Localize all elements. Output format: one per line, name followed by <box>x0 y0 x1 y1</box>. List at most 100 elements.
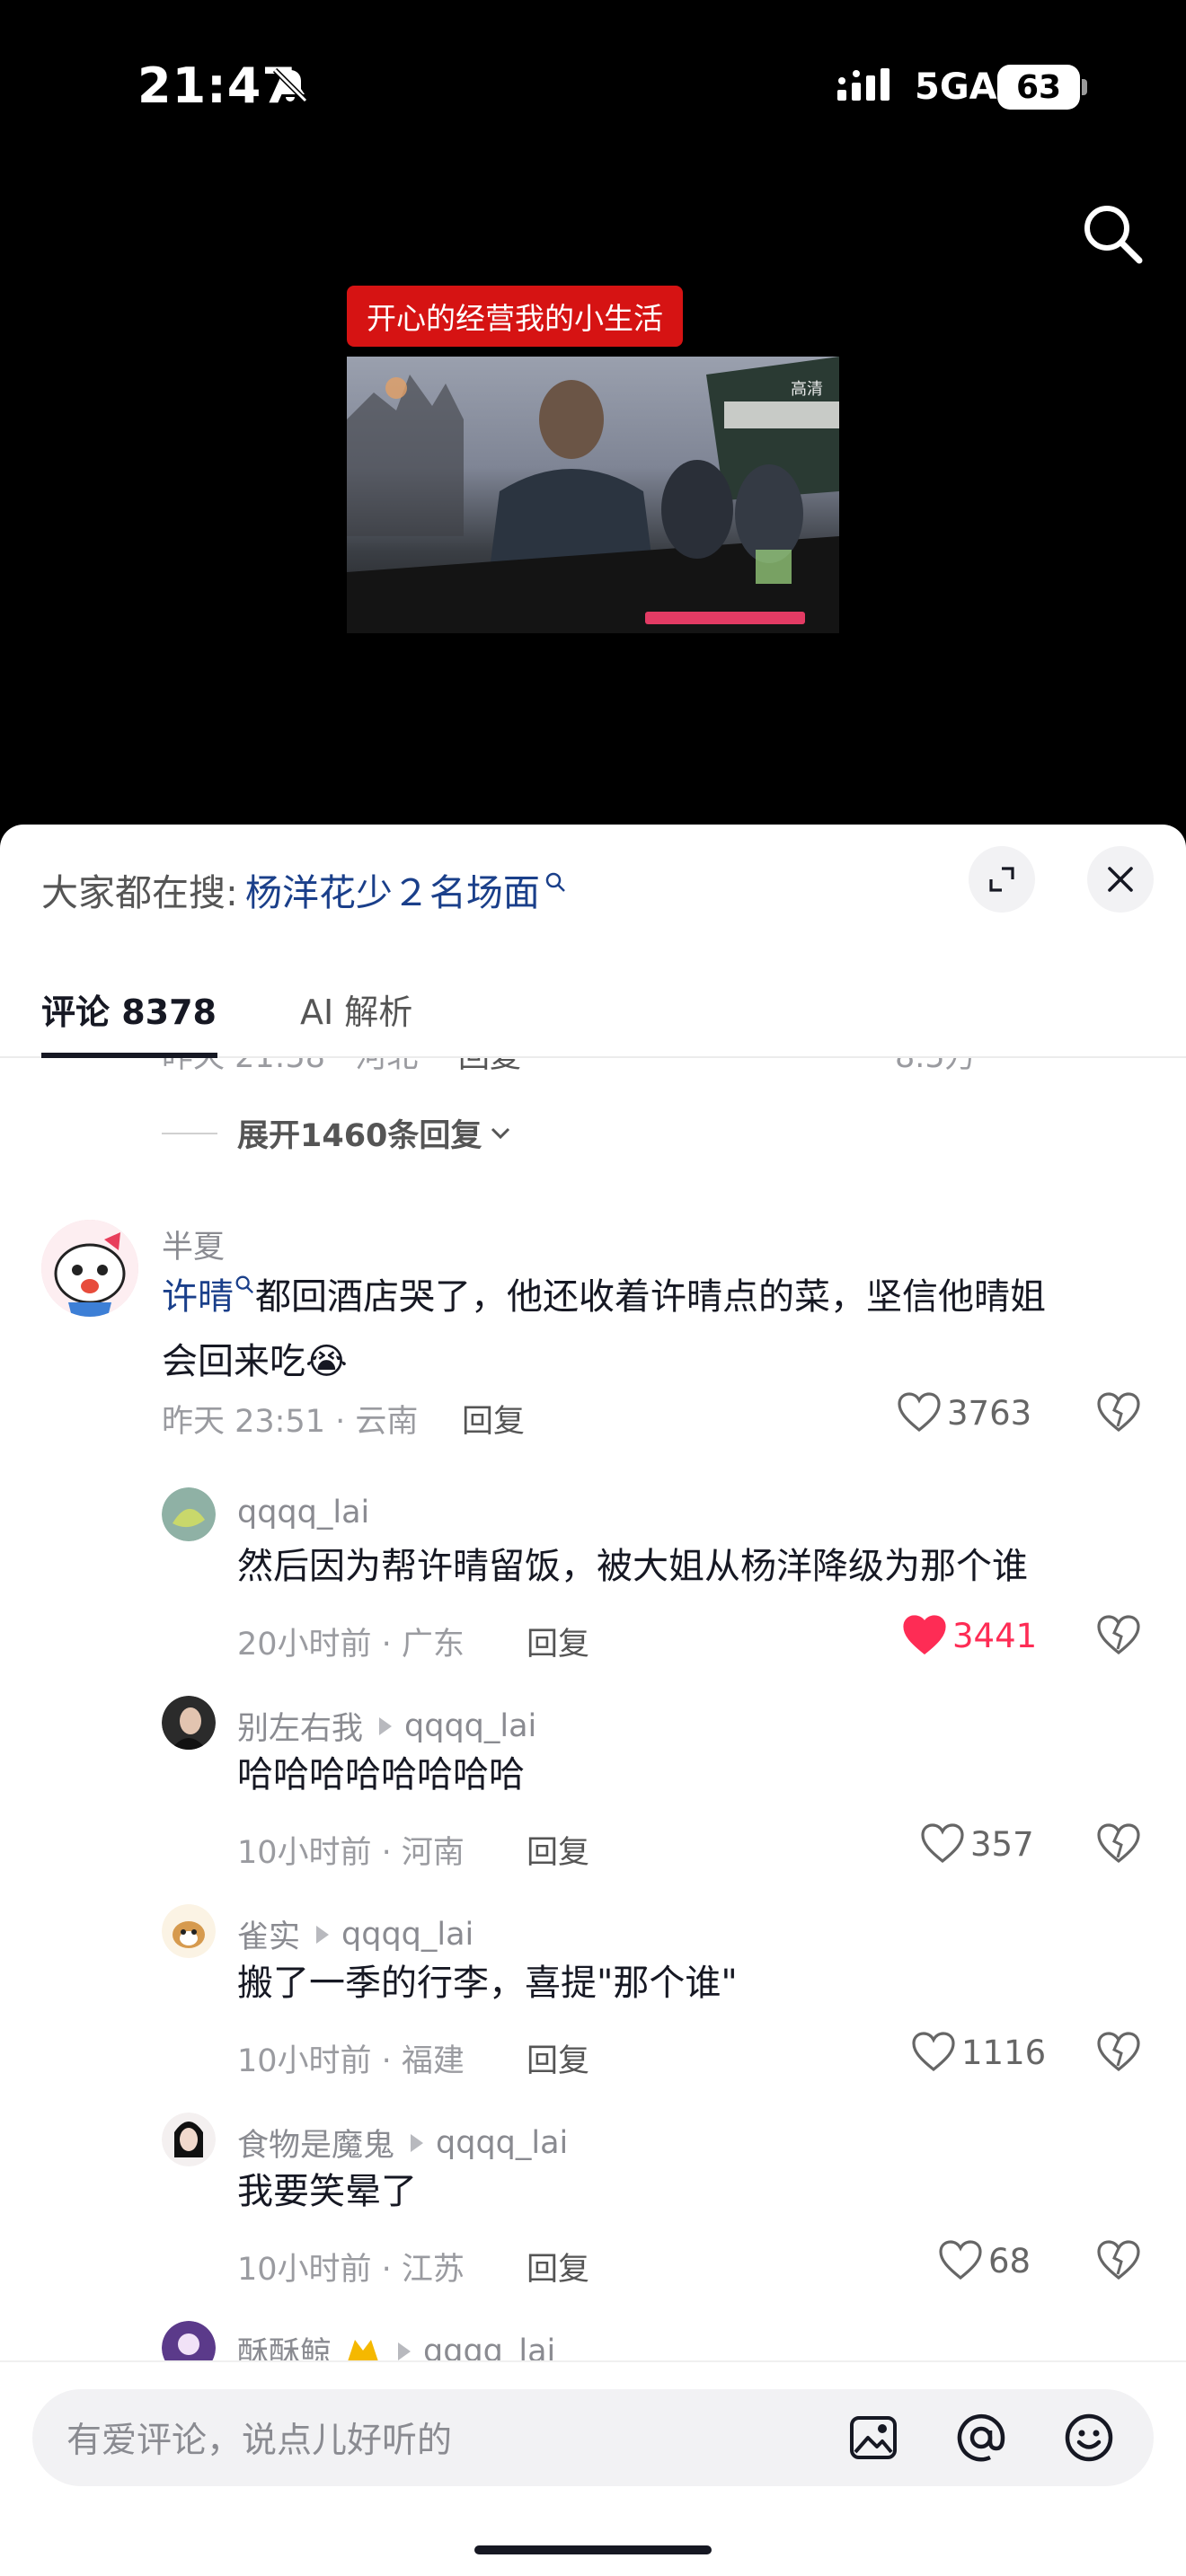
badge-icon <box>348 2339 378 2360</box>
close-icon <box>1108 867 1133 892</box>
avatar[interactable] <box>162 2113 216 2166</box>
comment-meta: 昨天 21:58 · 河北 <box>162 1058 418 1077</box>
avatar[interactable] <box>162 2321 216 2360</box>
previous-comment-footer: 昨天 21:58 · 河北 回复 8.5万 <box>162 1058 1150 1085</box>
reply-to-name: qqqq_lai <box>404 1707 537 1744</box>
comment-input-placeholder: 有爱评论，说点儿好听的 <box>66 2421 453 2461</box>
hot-search-keyword[interactable]: 杨洋花少２名场面 <box>245 862 540 916</box>
like-button[interactable]: 357 <box>920 1823 1034 1865</box>
expand-replies-button[interactable]: 展开1460条回复 <box>162 1110 514 1156</box>
like-count: 3763 <box>947 1393 1032 1433</box>
reply-to-name: qqqq_lai <box>341 1916 474 1953</box>
expand-icon <box>989 867 1014 892</box>
avatar[interactable] <box>41 1220 138 1317</box>
emoji-icon[interactable] <box>1062 2411 1116 2465</box>
comment-input-area: 有爱评论，说点儿好听的 <box>0 2360 1186 2576</box>
reply-arrow-icon <box>398 2342 412 2360</box>
battery-indicator: 63 <box>997 65 1080 110</box>
reply-meta: 10小时前 · 江苏 <box>237 2252 465 2288</box>
reply-author[interactable]: qqqq_lai <box>237 1495 369 1531</box>
avatar-image <box>162 2321 216 2360</box>
reply-button[interactable]: 回复 <box>527 1619 589 1664</box>
tab-comments[interactable]: 评论 8378 <box>41 959 217 1058</box>
like-count: 357 <box>970 1824 1034 1864</box>
reply-text: 然后因为帮许晴留饭，被大姐从杨洋降级为那个谁 <box>237 1546 1028 1587</box>
like-count: 1116 <box>961 2033 1047 2072</box>
search-icon <box>545 872 565 892</box>
image-icon[interactable] <box>846 2411 900 2465</box>
heart-icon <box>898 1392 941 1433</box>
reply-button[interactable]: 回复 <box>527 2035 589 2081</box>
tab-bar: 评论 8378 AI 解析 <box>0 959 1186 1058</box>
expand-replies-label: 展开1460条回复 <box>237 1118 482 1154</box>
reply-text: 我要笑晕了 <box>237 2171 417 2212</box>
close-button[interactable] <box>1087 846 1154 913</box>
dislike-icon[interactable] <box>1096 1823 1141 1865</box>
reply-meta: 10小时前 · 河南 <box>237 1835 465 1871</box>
video-player[interactable]: 高清 <box>347 357 839 633</box>
comment-text-line1: 都回酒店哭了，他还收着许晴点的菜，坚信他晴姐 <box>255 1276 1046 1318</box>
reply-arrow-icon <box>411 2133 424 2152</box>
comment-meta: 昨天 23:51 · 云南 <box>162 1404 419 1440</box>
status-bar: 21:47 5GA 63 <box>0 0 1186 171</box>
comment-input[interactable]: 有爱评论，说点儿好听的 <box>32 2389 1154 2486</box>
reply-to-name: qqqq_lai <box>436 2124 569 2161</box>
home-indicator <box>474 2545 712 2554</box>
reply-meta: 20小时前 · 广东 <box>237 1627 465 1663</box>
chevron-down-icon <box>491 1127 510 1139</box>
dislike-icon[interactable] <box>1096 2032 1141 2073</box>
reply-text: 哈哈哈哈哈哈哈哈 <box>237 1754 525 1795</box>
heart-icon <box>912 2032 955 2072</box>
network-label: 5GA <box>915 66 997 108</box>
comment-text-line2: 会回来吃 <box>162 1341 305 1382</box>
comment-author[interactable]: 半夏 <box>162 1222 225 1267</box>
reply-button[interactable]: 回复 <box>527 1827 589 1873</box>
heart-icon <box>939 2240 982 2280</box>
avatar[interactable] <box>162 1487 216 1541</box>
avatar-image <box>41 1220 138 1317</box>
reply-button[interactable]: 回复 <box>462 1396 525 1442</box>
expand-divider <box>162 1132 217 1134</box>
quality-badge: 高清 <box>791 380 823 399</box>
reply-button[interactable]: 回复 <box>458 1058 521 1077</box>
hot-search-label: 大家都在搜: <box>41 871 238 914</box>
dislike-icon[interactable] <box>1096 2240 1141 2281</box>
bell-off-icon <box>272 67 308 103</box>
like-button[interactable]: 68 <box>938 2240 1031 2281</box>
mention-link[interactable]: 许晴 <box>162 1276 234 1318</box>
like-count: 3441 <box>952 1616 1038 1655</box>
dislike-icon[interactable] <box>1096 1392 1141 1434</box>
crying-emoji: 😭 <box>305 1341 348 1382</box>
reply-author-name: 酥酥鲸 <box>237 2336 332 2360</box>
heart-icon <box>921 1823 964 1864</box>
avatar[interactable] <box>162 1696 216 1750</box>
reply-button[interactable]: 回复 <box>527 2244 589 2289</box>
comment-list[interactable]: 昨天 21:58 · 河北 回复 8.5万 展开1460条回复 <box>0 1058 1186 2360</box>
like-button[interactable]: 3441 <box>902 1615 1037 1656</box>
reply-footer: 10小时前 · 江苏 回复 68 <box>237 2240 1186 2294</box>
comment-sheet: 大家都在搜: 杨洋花少２名场面 评论 8378 AI 解析 昨天 21:58 ·… <box>0 825 1186 2576</box>
signal-icon <box>837 68 890 101</box>
tab-ai-analysis[interactable]: AI 解析 <box>300 959 412 1058</box>
subtitle-strip <box>645 612 805 624</box>
search-icon[interactable] <box>1075 196 1150 271</box>
like-count[interactable]: 8.5万 <box>895 1058 977 1077</box>
dislike-icon[interactable] <box>1096 1615 1141 1656</box>
reply-footer: 10小时前 · 福建 回复 1116 <box>237 2032 1186 2086</box>
heart-icon <box>903 1615 946 1655</box>
search-icon <box>235 1275 254 1294</box>
expand-button[interactable] <box>969 846 1035 913</box>
like-button[interactable]: 1116 <box>911 2032 1046 2073</box>
comment-footer: 昨天 23:51 · 云南 回复 3763 <box>162 1392 1150 1446</box>
video-frame <box>347 357 839 633</box>
battery-cap <box>1082 79 1087 95</box>
like-button[interactable]: 3763 <box>897 1392 1031 1434</box>
avatar[interactable] <box>162 1904 216 1958</box>
avatar-image <box>162 1696 216 1750</box>
hot-search-bar[interactable]: 大家都在搜: 杨洋花少２名场面 <box>41 862 567 916</box>
at-icon[interactable] <box>954 2411 1008 2465</box>
avatar-image <box>162 1904 216 1958</box>
reply-author[interactable]: 酥酥鲸 qqqq_lai <box>237 2328 555 2360</box>
reply-meta: 10小时前 · 福建 <box>237 2043 465 2079</box>
avatar-image <box>162 2113 216 2166</box>
